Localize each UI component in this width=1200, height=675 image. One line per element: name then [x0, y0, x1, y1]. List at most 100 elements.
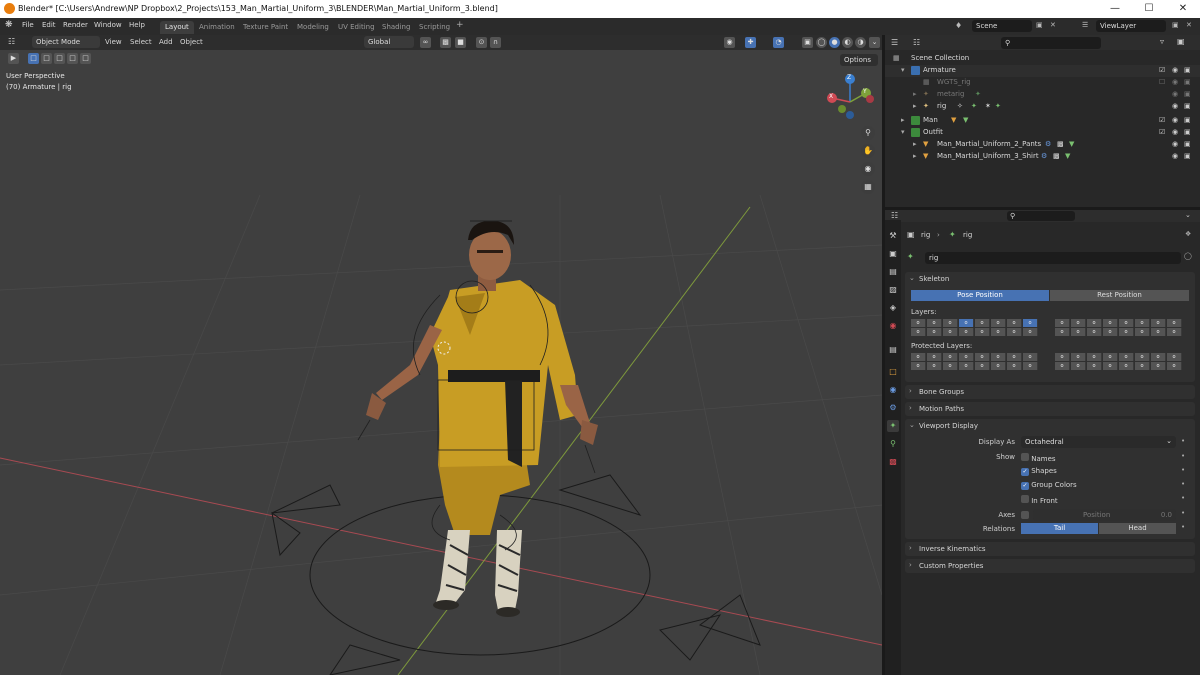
display-as-dropdown[interactable]: Octahedral ⌄: [1021, 436, 1176, 448]
checkbox-icon[interactable]: ☑: [1159, 116, 1165, 124]
view-layer-selector[interactable]: ViewLayer: [1096, 20, 1166, 32]
scene-icon[interactable]: ♦: [955, 21, 962, 30]
display-mode-icon[interactable]: ☷: [913, 38, 920, 47]
motion-paths-panel[interactable]: › Motion Paths: [905, 402, 1195, 416]
layer-toggle[interactable]: o: [911, 319, 926, 327]
view-layer-tab-icon[interactable]: ▨: [887, 284, 899, 296]
armature-datablock-icon[interactable]: ✦: [907, 252, 914, 261]
camera-render-icon[interactable]: ▣: [1184, 102, 1191, 110]
relations-head-button[interactable]: Head: [1099, 523, 1176, 534]
keyframe-dot-icon[interactable]: •: [1181, 509, 1185, 517]
rendered-shading-icon[interactable]: ◑: [855, 37, 866, 48]
keyframe-dot-icon[interactable]: •: [1181, 494, 1185, 502]
fake-user-shield-icon[interactable]: ◯: [1184, 252, 1192, 260]
layer-toggle[interactable]: o: [1071, 362, 1086, 370]
select-subtract-icon[interactable]: □: [54, 53, 65, 64]
camera-render-icon[interactable]: ▣: [1184, 78, 1191, 86]
world-tab-icon[interactable]: ◉: [887, 320, 899, 332]
inverse-kinematics-panel[interactable]: › Inverse Kinematics: [905, 542, 1195, 556]
layer-toggle[interactable]: o: [991, 362, 1006, 370]
layer-toggle[interactable]: o: [1151, 328, 1166, 336]
object-tab-icon[interactable]: □: [887, 366, 899, 378]
names-checkbox-row[interactable]: Names: [1021, 453, 1056, 463]
mode-selector[interactable]: Object Mode: [32, 36, 100, 48]
group-colors-checkbox-row[interactable]: ✓ Group Colors: [1021, 481, 1077, 490]
navigation-gizmo[interactable]: [822, 70, 882, 130]
filter-icon[interactable]: ▿: [1160, 37, 1164, 46]
layer-toggle[interactable]: o: [1023, 319, 1038, 327]
layer-toggle[interactable]: o: [1135, 319, 1150, 327]
material-shading-icon[interactable]: ◐: [842, 37, 853, 48]
axes-checkbox-row[interactable]: [1021, 511, 1029, 521]
eye-icon[interactable]: ◉: [1172, 102, 1178, 110]
camera-render-icon[interactable]: ▣: [1184, 116, 1191, 124]
layer-toggle[interactable]: o: [959, 353, 974, 361]
pan-hand-icon[interactable]: ✋: [861, 144, 875, 158]
keyframe-dot-icon[interactable]: •: [1181, 523, 1185, 531]
menu-file[interactable]: File: [22, 21, 34, 29]
expand-arrow-icon[interactable]: ▸: [901, 116, 905, 124]
layer-toggle[interactable]: o: [943, 362, 958, 370]
layer-toggle[interactable]: o: [1103, 362, 1118, 370]
layer-toggle[interactable]: o: [1023, 353, 1038, 361]
camera-render-icon[interactable]: ▣: [1184, 90, 1191, 98]
camera-render-icon[interactable]: ▣: [1184, 128, 1191, 136]
delete-view-layer-icon[interactable]: ✕: [1186, 21, 1192, 29]
camera-render-icon[interactable]: ▣: [1184, 140, 1191, 148]
layer-toggle[interactable]: o: [975, 353, 990, 361]
toolbar-toggle-icon[interactable]: ▶: [8, 53, 19, 64]
custom-properties-panel[interactable]: › Custom Properties: [905, 559, 1195, 573]
layer-toggle[interactable]: o: [959, 328, 974, 336]
layer-toggle[interactable]: o: [991, 353, 1006, 361]
keyframe-dot-icon[interactable]: •: [1181, 437, 1185, 445]
outliner-row-metarig[interactable]: ▸ ✦ metarig ✦ ◉ ▣: [885, 89, 1200, 101]
select-intersect-icon[interactable]: □: [80, 53, 91, 64]
constraints-tab-icon[interactable]: ⚙: [887, 402, 899, 414]
layer-toggle[interactable]: o: [1071, 328, 1086, 336]
shading-options-icon[interactable]: ⌄: [869, 37, 880, 48]
outliner-row-rig[interactable]: ▸ ✦ rig ✧ ✦ ✶ ✦ ◉ ▣: [885, 101, 1200, 113]
layer-toggle[interactable]: o: [1135, 328, 1150, 336]
outliner-editor-icon[interactable]: ☰: [891, 38, 898, 47]
relations-tail-button[interactable]: Tail: [1021, 523, 1098, 534]
tab-animation[interactable]: Animation: [194, 21, 240, 34]
minimize-icon[interactable]: —: [1098, 0, 1132, 18]
layer-toggle[interactable]: o: [1167, 362, 1182, 370]
collection-tab-icon[interactable]: ▤: [887, 344, 899, 356]
new-collection-icon[interactable]: ▣: [1177, 37, 1185, 46]
layer-toggle[interactable]: o: [1055, 362, 1070, 370]
layer-toggle[interactable]: o: [1119, 353, 1134, 361]
layer-toggle[interactable]: o: [1055, 328, 1070, 336]
overlay-toggle-icon[interactable]: ◔: [773, 37, 784, 48]
outliner-row-armature[interactable]: ▾ Armature ☑ ◉ ▣: [885, 65, 1200, 77]
tab-texture-paint[interactable]: Texture Paint: [238, 21, 293, 34]
transform-orientation[interactable]: Global: [364, 36, 414, 48]
layer-toggle[interactable]: o: [1007, 353, 1022, 361]
falloff-icon[interactable]: ∩: [490, 37, 501, 48]
outliner-row-pants[interactable]: ▸ ▼ Man_Martial_Uniform_2_Pants ⚙ ▩ ▼ ◉ …: [885, 139, 1200, 151]
layer-toggle[interactable]: o: [1007, 362, 1022, 370]
layer-toggle[interactable]: o: [943, 319, 958, 327]
properties-options-icon[interactable]: ⌄: [1185, 211, 1191, 219]
gizmo-toggle-icon[interactable]: ✚: [745, 37, 756, 48]
layer-toggle[interactable]: o: [911, 353, 926, 361]
proportional-edit-icon[interactable]: ⊙: [476, 37, 487, 48]
scene-tab-icon[interactable]: ◈: [887, 302, 899, 314]
eye-icon[interactable]: ◉: [1172, 152, 1178, 160]
expand-arrow-icon[interactable]: ▾: [901, 66, 905, 74]
render-tab-icon[interactable]: ▣: [887, 248, 899, 260]
scene-selector[interactable]: Scene: [972, 20, 1032, 32]
eye-icon[interactable]: ◉: [1172, 66, 1178, 74]
new-scene-icon[interactable]: ▣: [1036, 21, 1043, 29]
layer-toggle[interactable]: o: [959, 362, 974, 370]
3d-viewport[interactable]: ☷ Object Mode View Select Add Object Glo…: [0, 35, 882, 675]
outliner-search[interactable]: ⚲: [1001, 37, 1101, 49]
checkbox-icon[interactable]: ☑: [1159, 66, 1165, 74]
eye-icon[interactable]: ◉: [1172, 128, 1178, 136]
eye-icon[interactable]: ◉: [1172, 78, 1178, 86]
perspective-toggle-icon[interactable]: ▦: [861, 180, 875, 194]
layer-toggle[interactable]: o: [1007, 319, 1022, 327]
properties-search[interactable]: ⚲: [1007, 211, 1075, 221]
tab-uv-editing[interactable]: UV Editing: [333, 21, 380, 34]
eye-icon[interactable]: ◉: [1172, 140, 1178, 148]
